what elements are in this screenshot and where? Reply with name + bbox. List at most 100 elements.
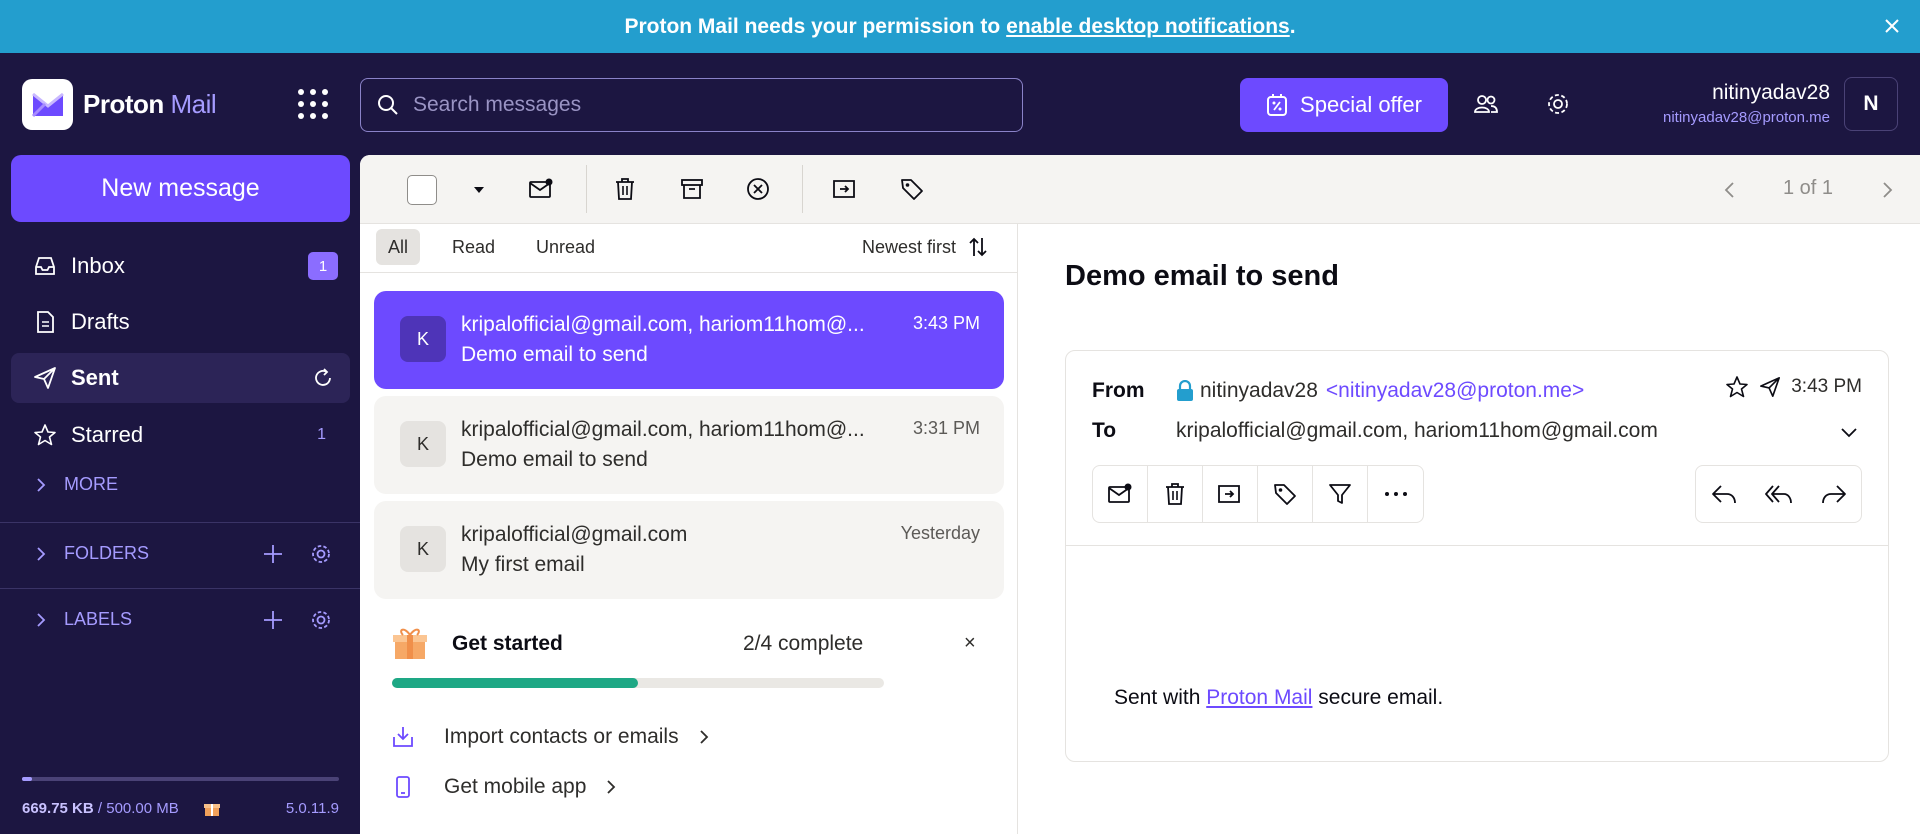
mail-logo-icon: [22, 79, 73, 130]
message-recipients: kripalofficial@gmail.com, hariom11hom@..…: [461, 418, 865, 441]
special-offer-button[interactable]: Special offer: [1240, 78, 1448, 132]
enable-notifications-link[interactable]: enable desktop notifications: [1006, 15, 1290, 39]
pagination: 1 of 1: [1782, 177, 1833, 199]
get-started-progress-text: 2/4 complete: [743, 632, 864, 655]
get-started-progress-bar: [392, 678, 884, 688]
from-label: From: [1092, 379, 1145, 402]
sidebar-more-toggle[interactable]: MORE: [36, 474, 118, 495]
user-info[interactable]: nitinyadav28 nitinyadav28@proton.me: [1663, 81, 1830, 126]
get-mobile-app-label: Get mobile app: [444, 775, 587, 798]
select-all-checkbox[interactable]: [407, 175, 437, 205]
toolbar-divider: [586, 165, 587, 213]
close-icon[interactable]: [1882, 16, 1902, 36]
spam-icon[interactable]: [746, 177, 770, 201]
add-folder-icon[interactable]: [262, 543, 284, 565]
label-settings-gear-icon[interactable]: [310, 609, 332, 631]
star-icon[interactable]: [1725, 375, 1749, 399]
list-item[interactable]: K kripalofficial@gmail.com My first emai…: [374, 501, 1004, 599]
sent-icon: [1759, 376, 1781, 398]
recipients[interactable]: kripalofficial@gmail.com, hariom11hom@gm…: [1176, 419, 1658, 443]
filter-icon[interactable]: [1313, 466, 1368, 522]
message-meta: 3:43 PM: [1725, 375, 1862, 399]
sidebar-item-inbox[interactable]: Inbox 1: [11, 241, 350, 291]
reply-actions: [1695, 465, 1862, 523]
message-actions: [1092, 465, 1424, 523]
reply-icon[interactable]: [1696, 466, 1751, 522]
import-contacts-item[interactable]: Import contacts or emails: [392, 725, 709, 749]
import-contacts-label: Import contacts or emails: [444, 725, 679, 748]
sidebar-item-drafts[interactable]: Drafts: [11, 297, 350, 347]
gift-icon: [392, 626, 428, 660]
sidebar-item-starred[interactable]: Starred 1: [11, 410, 350, 460]
sort-label: Newest first: [861, 236, 956, 257]
user-name: nitinyadav28: [1712, 81, 1830, 104]
message-subject: Demo email to send: [461, 343, 648, 366]
mark-unread-icon[interactable]: [528, 177, 554, 201]
filter-unread[interactable]: Unread: [524, 229, 607, 265]
top-header: Proton Mail Special offer nitinyadav28 n…: [0, 53, 1920, 155]
labels-section[interactable]: LABELS: [0, 588, 360, 650]
chevron-right-icon: [36, 612, 46, 628]
apps-grid-icon[interactable]: [296, 87, 330, 121]
search-input[interactable]: [413, 93, 973, 117]
refresh-icon[interactable]: [312, 367, 334, 389]
settings-gear-icon[interactable]: [1545, 91, 1571, 117]
inbox-icon: [33, 255, 57, 277]
label-tag-icon[interactable]: [900, 177, 924, 201]
folder-settings-gear-icon[interactable]: [310, 543, 332, 565]
trash-icon[interactable]: [1148, 466, 1203, 522]
sender-avatar: K: [400, 316, 446, 362]
archive-icon[interactable]: [680, 177, 704, 201]
storage-progress-bar: [22, 777, 339, 781]
move-to-folder-icon[interactable]: [1203, 466, 1258, 522]
list-item[interactable]: K kripalofficial@gmail.com, hariom11hom@…: [374, 396, 1004, 494]
mark-unread-icon[interactable]: [1093, 466, 1148, 522]
proton-mail-link[interactable]: Proton Mail: [1206, 686, 1312, 709]
message-time: 3:31 PM: [912, 418, 980, 438]
search-bar[interactable]: [360, 78, 1023, 132]
close-get-started-button[interactable]: ×: [964, 632, 976, 655]
storage-total: / 500.00 MB: [97, 800, 179, 817]
avatar[interactable]: N: [1844, 77, 1898, 131]
more-label: MORE: [64, 474, 118, 494]
chevron-right-icon: [606, 779, 616, 795]
sidebar-item-label: Sent: [71, 365, 119, 390]
select-dropdown-chevron-down-icon[interactable]: [472, 183, 486, 197]
move-to-folder-icon[interactable]: [832, 177, 858, 201]
contacts-icon[interactable]: [1473, 91, 1499, 117]
divider: [1066, 545, 1888, 546]
app-name-light: Mail: [170, 89, 217, 119]
list-item[interactable]: K kripalofficial@gmail.com, hariom11hom@…: [374, 291, 1004, 389]
filter-read[interactable]: Read: [440, 229, 507, 265]
chevron-right-icon: [36, 546, 46, 562]
sort-arrows-icon: [968, 236, 988, 258]
forward-icon[interactable]: [1806, 466, 1861, 522]
sort-button[interactable]: Newest first: [862, 236, 988, 258]
sender-avatar: K: [400, 421, 446, 467]
proton-mail-logo[interactable]: Proton Mail: [22, 79, 217, 130]
label-tag-icon[interactable]: [1258, 466, 1313, 522]
add-label-icon[interactable]: [262, 609, 284, 631]
import-icon: [392, 725, 414, 749]
reply-all-icon[interactable]: [1751, 466, 1806, 522]
filter-all[interactable]: All: [376, 229, 421, 265]
banner-text: Proton Mail needs your permission to: [624, 14, 1001, 38]
sender-name: nitinyadav28: [1200, 379, 1318, 402]
message-title: Demo email to send: [1065, 260, 1339, 292]
folders-section[interactable]: FOLDERS: [0, 522, 360, 584]
get-mobile-app-item[interactable]: Get mobile app: [392, 775, 616, 799]
more-options-icon[interactable]: [1368, 466, 1423, 522]
new-message-button[interactable]: New message: [11, 155, 350, 222]
storage-usage[interactable]: 669.75 KB / 500.00 MB: [22, 800, 179, 817]
labels-label: LABELS: [64, 609, 133, 629]
gift-icon[interactable]: [203, 799, 221, 817]
storage-progress-fill: [22, 777, 32, 781]
next-page-chevron-right-icon[interactable]: [1882, 181, 1894, 199]
trash-icon[interactable]: [614, 177, 636, 201]
sidebar: New message Inbox 1 Drafts Sent Starred …: [0, 155, 360, 834]
sender[interactable]: nitinyadav28 <nitinyadav28@proton.me>: [1176, 379, 1584, 403]
sidebar-item-sent[interactable]: Sent: [11, 353, 350, 403]
previous-page-chevron-left-icon[interactable]: [1723, 181, 1735, 199]
sender-avatar: K: [400, 526, 446, 572]
expand-details-chevron-down-icon[interactable]: [1840, 427, 1858, 439]
